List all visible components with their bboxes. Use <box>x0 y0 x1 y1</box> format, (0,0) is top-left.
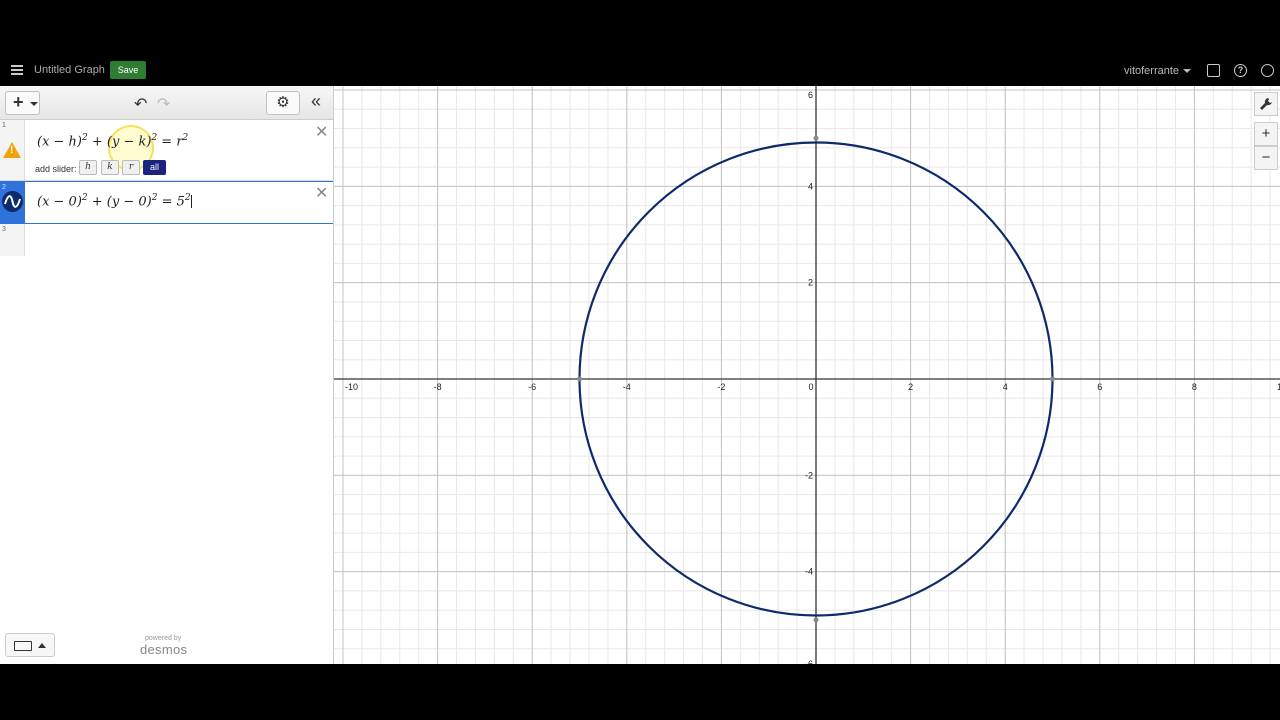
x-tick-label: -4 <box>623 382 631 392</box>
expr-term: + (y − k) <box>87 134 152 150</box>
wrench-icon[interactable] <box>1254 92 1278 116</box>
y-tick-label: 6 <box>808 90 813 100</box>
collapse-panel-icon[interactable]: « <box>311 91 321 112</box>
expr-term: = 5 <box>157 194 185 210</box>
graph-svg: -10-8-6-4-20246810642-2-4-6 <box>334 86 1280 664</box>
undo-icon[interactable]: ↶ <box>134 94 147 114</box>
slider-all-button[interactable]: all <box>143 160 166 175</box>
graph-title[interactable]: Untitled Graph <box>34 64 105 76</box>
y-tick-label: 2 <box>808 278 813 288</box>
x-tick-label: 4 <box>1003 382 1008 392</box>
expr-term: + (y − 0) <box>87 194 152 210</box>
y-tick-label: -2 <box>805 470 813 480</box>
delete-expression-icon[interactable]: ✕ <box>315 122 328 142</box>
warning-mark: ! <box>10 145 14 156</box>
delete-expression-icon[interactable]: ✕ <box>315 183 328 203</box>
x-tick-label: -10 <box>345 382 358 392</box>
x-tick-label: 6 <box>1097 382 1102 392</box>
add-item-button[interactable]: + <box>5 91 40 115</box>
chevron-down-icon <box>30 102 38 106</box>
gear-icon[interactable]: ⚙ <box>266 91 300 115</box>
add-slider-label: add slider: <box>35 164 77 174</box>
x-tick-label: -8 <box>434 382 442 392</box>
expression-gutter: 3 <box>0 224 25 256</box>
slider-r-button[interactable]: r <box>122 160 140 175</box>
chevron-up-icon <box>38 643 46 648</box>
expression-row-active[interactable]: 2 (x − 0)2 + (y − 0)2 = 52 ✕ <box>0 181 333 224</box>
video-frame: Untitled Graph Save vitoferrante ? + ↶ ↷… <box>0 0 1280 720</box>
expr-term: (x − 0) <box>37 194 82 210</box>
zoom-out-button[interactable]: − <box>1254 146 1278 170</box>
keyboard-icon <box>14 641 32 651</box>
expr-term: (x − h) <box>37 134 83 150</box>
plus-icon: + <box>13 92 24 112</box>
graph-paper[interactable]: -10-8-6-4-20246810642-2-4-6 <box>334 86 1280 664</box>
expression-row[interactable]: 1 ! (x − h)2 + (y − k)2 = r2 ✕ add slide… <box>0 120 333 181</box>
intercept-point <box>1050 376 1055 382</box>
expr-exponent: 2 <box>182 133 189 143</box>
help-icon[interactable]: ? <box>1234 64 1247 77</box>
x-tick-label: -2 <box>717 382 725 392</box>
x-tick-label: 0 <box>808 382 813 392</box>
desmos-app: Untitled Graph Save vitoferrante ? + ↶ ↷… <box>0 56 1280 664</box>
intercept-point <box>813 135 819 141</box>
redo-icon[interactable]: ↷ <box>157 94 170 114</box>
share-icon[interactable] <box>1207 64 1220 77</box>
x-tick-label: 8 <box>1192 382 1197 392</box>
expression-number: 3 <box>2 226 6 233</box>
expression-panel: + ↶ ↷ ⚙ « 1 ! (x − h)2 + (y − k)2 = r2 ✕… <box>0 86 334 664</box>
powered-by-label: powered by <box>145 635 182 642</box>
expression-row-empty[interactable]: 3 <box>0 224 333 256</box>
expression-number: 1 <box>2 122 6 129</box>
graph-color-icon[interactable] <box>2 191 23 212</box>
slider-h-button[interactable]: h <box>79 160 97 175</box>
desmos-logo[interactable]: desmos <box>140 642 187 657</box>
expression-toolbar: + ↶ ↷ ⚙ « <box>0 86 333 120</box>
chevron-down-icon[interactable] <box>1183 69 1191 73</box>
expression-input[interactable]: (x − h)2 + (y − k)2 = r2 <box>37 133 188 149</box>
expr-term: = r <box>157 134 183 150</box>
save-button[interactable]: Save <box>110 61 146 79</box>
x-tick-label: -6 <box>528 382 536 392</box>
user-menu[interactable]: vitoferrante <box>1124 65 1179 77</box>
zoom-in-button[interactable]: + <box>1254 122 1278 146</box>
intercept-point <box>577 376 582 382</box>
expression-gutter: 2 <box>0 182 25 223</box>
y-tick-label: -6 <box>805 659 813 664</box>
language-icon[interactable] <box>1261 64 1274 77</box>
text-cursor <box>190 195 192 209</box>
y-tick-label: -4 <box>805 567 813 577</box>
expression-number: 2 <box>2 184 6 191</box>
x-tick-label: 2 <box>908 382 913 392</box>
expression-input[interactable]: (x − 0)2 + (y − 0)2 = 52 <box>37 193 192 209</box>
top-bar: Untitled Graph Save vitoferrante ? <box>0 56 1280 86</box>
menu-icon[interactable] <box>11 65 23 75</box>
y-tick-label: 4 <box>808 181 813 191</box>
intercept-point <box>813 617 819 623</box>
keyboard-toggle-button[interactable] <box>5 633 55 657</box>
slider-k-button[interactable]: k <box>101 160 119 175</box>
expression-gutter: 1 ! <box>0 120 25 180</box>
